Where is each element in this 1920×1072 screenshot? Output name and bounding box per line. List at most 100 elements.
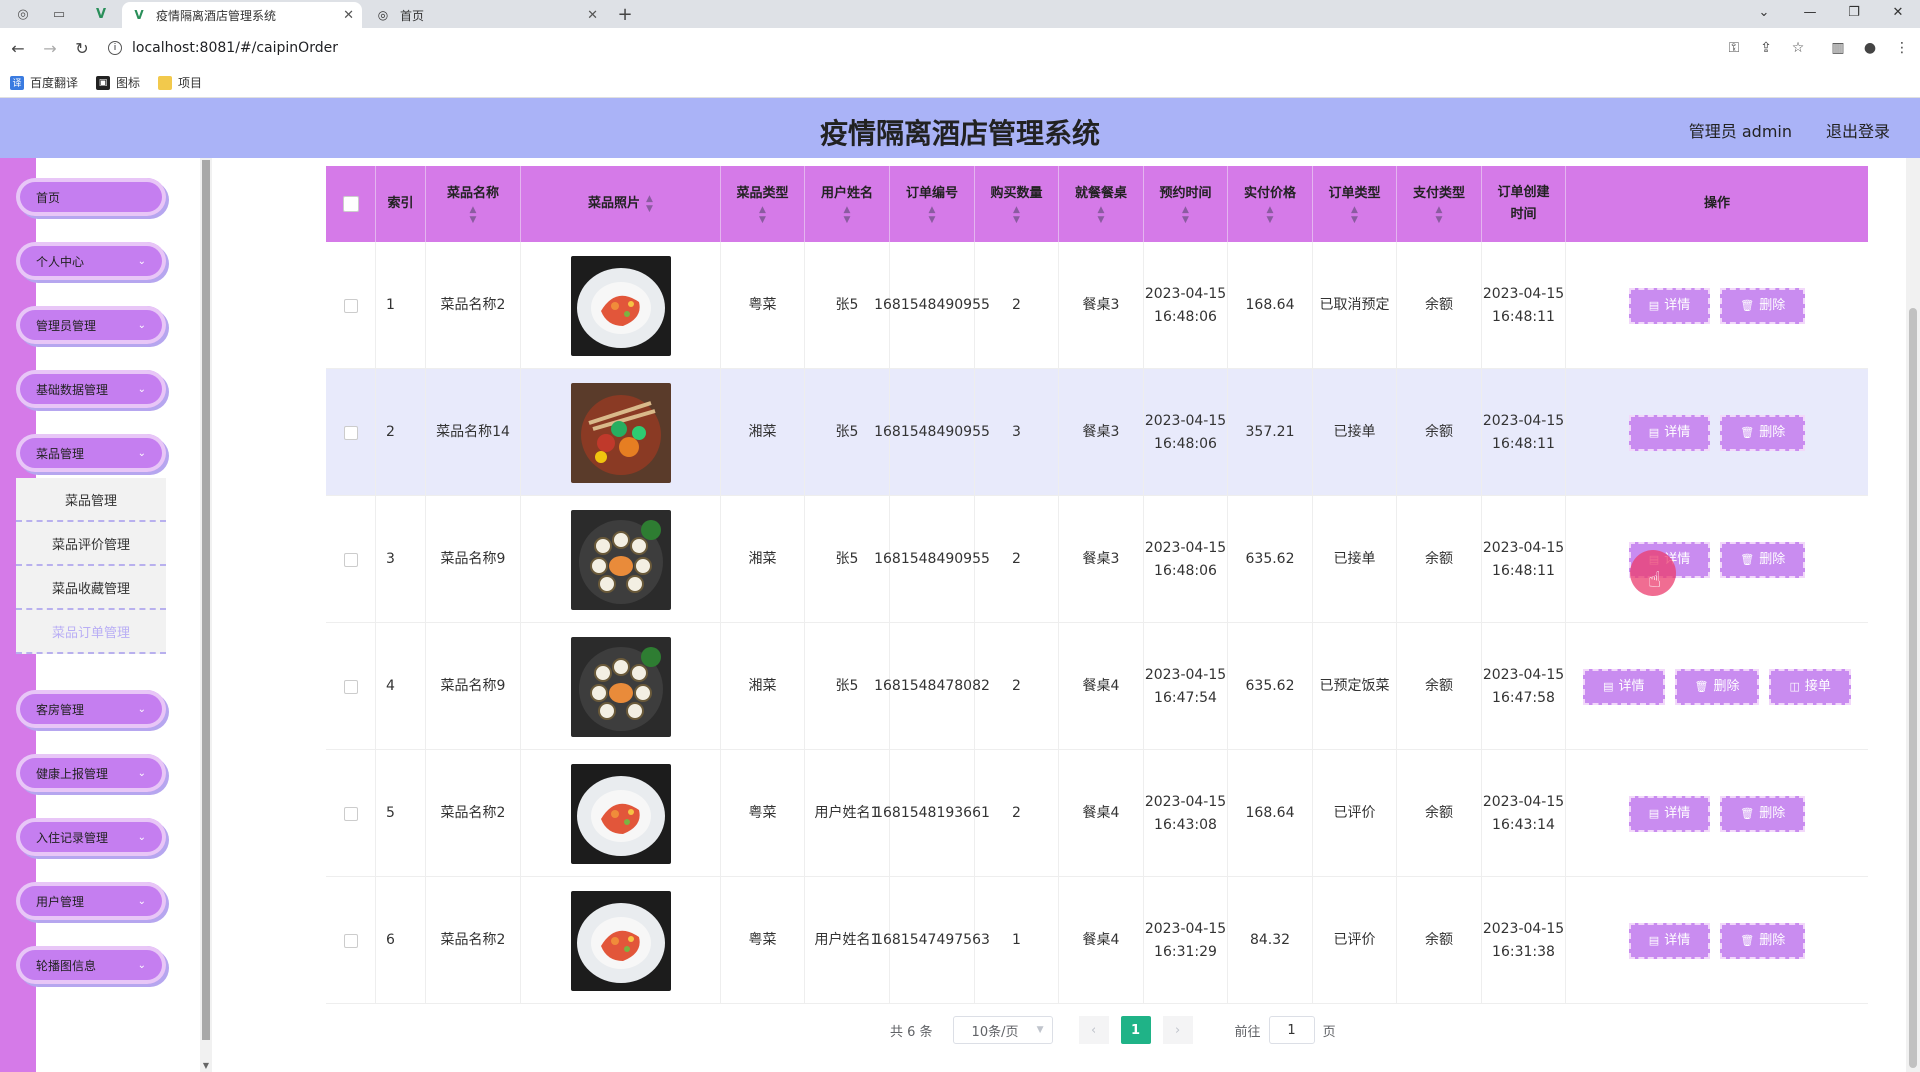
th-user[interactable]: 用户姓名 ▲ ▼	[805, 166, 890, 242]
th-order-type[interactable]: 订单类型 ▲ ▼	[1313, 166, 1397, 242]
main-scrollbar[interactable]	[1906, 158, 1920, 1072]
delete-button[interactable]: 🗑 删除	[1720, 541, 1806, 578]
row-checkbox[interactable]	[343, 806, 358, 821]
th-reserve[interactable]: 预约时间 ▲ ▼	[1144, 166, 1228, 242]
th-table[interactable]: 就餐餐桌 ▲ ▼	[1059, 166, 1144, 242]
sort-icon[interactable]: ▲ ▼	[759, 205, 766, 225]
sort-icon[interactable]: ▲ ▼	[1351, 205, 1358, 225]
new-tab-button[interactable]: +	[612, 2, 638, 26]
sidebar-item[interactable]: 个人中心 ⌄	[16, 242, 166, 280]
th-pay[interactable]: 支付类型 ▲ ▼	[1397, 166, 1482, 242]
page-1-button[interactable]: 1	[1120, 1016, 1151, 1044]
back-button[interactable]: ←	[6, 36, 30, 60]
logout-link[interactable]: 退出登录	[1826, 118, 1890, 142]
bookmark-item[interactable]: 译百度翻译	[10, 74, 78, 91]
blank-tab-icon[interactable]: ▭	[44, 2, 74, 26]
star-icon[interactable]: ☆	[1786, 36, 1810, 60]
key-icon[interactable]: ⚿	[1722, 36, 1746, 60]
th-created[interactable]: 订单创建时间	[1482, 166, 1566, 242]
sidebar-item[interactable]: 基础数据管理 ⌄	[16, 370, 166, 408]
sort-icon[interactable]: ▲ ▼	[470, 205, 477, 225]
submenu-item[interactable]: 菜品评价管理	[16, 522, 166, 566]
tab-active[interactable]: V 疫情隔离酒店管理系统 ✕	[122, 2, 362, 28]
row-checkbox[interactable]	[343, 425, 358, 440]
sidebar-item[interactable]: 入住记录管理 ⌄	[16, 818, 166, 856]
scroll-thumb[interactable]	[202, 160, 210, 1040]
reload-button[interactable]: ↻	[70, 36, 94, 60]
prev-page-button[interactable]: ‹	[1078, 1016, 1109, 1044]
delete-button[interactable]: 🗑 删除	[1674, 668, 1760, 705]
scroll-down-icon[interactable]: ▼	[200, 1061, 212, 1070]
sidebar-item[interactable]: 管理员管理 ⌄	[16, 306, 166, 344]
chevron-down-icon[interactable]: ⌄	[1742, 0, 1786, 24]
accept-button[interactable]: ◫ 接单	[1769, 668, 1851, 705]
select-all-checkbox[interactable]	[342, 196, 359, 212]
submenu-item[interactable]: 菜品管理	[16, 478, 166, 522]
submenu-item[interactable]: 菜品收藏管理	[16, 566, 166, 610]
share-icon[interactable]: ⇪	[1754, 36, 1778, 60]
sort-icon[interactable]: ▲ ▼	[1013, 205, 1020, 225]
th-type[interactable]: 菜品类型 ▲ ▼	[721, 166, 805, 242]
restore-button[interactable]: ❐	[1832, 0, 1876, 24]
th-photo[interactable]: 菜品照片 ▲ ▼	[521, 166, 721, 242]
detail-button[interactable]: ▤详情	[1583, 668, 1665, 705]
sort-icon[interactable]: ▲ ▼	[1436, 205, 1443, 225]
sort-icon[interactable]: ▲ ▼	[1182, 205, 1189, 225]
sort-icon[interactable]: ▲ ▼	[1267, 205, 1274, 225]
row-checkbox[interactable]	[343, 679, 358, 694]
url-input[interactable]: i localhost:8081/#/caipinOrder	[108, 34, 1718, 62]
row-checkbox[interactable]	[343, 298, 358, 313]
delete-button[interactable]: 🗑 删除	[1720, 795, 1806, 832]
table-row[interactable]: 2 菜品名称14 湘菜 张5 1681548490955 3 餐桌3 2023-04-15 1…	[326, 369, 1868, 496]
close-window-button[interactable]: ✕	[1876, 0, 1920, 24]
table-row[interactable]: 5 菜品名称2 粤菜 用户姓名1 1681548193661 2 餐桌4 2023-04-15…	[326, 750, 1868, 877]
menu-icon[interactable]: ⋮	[1890, 36, 1914, 60]
table-row[interactable]: 1 菜品名称2 粤菜 张5 1681548490955 2 餐桌3 2023-04-15 16…	[326, 242, 1868, 369]
detail-button[interactable]: ▤详情	[1628, 287, 1711, 324]
th-price[interactable]: 实付价格 ▲ ▼	[1228, 166, 1313, 242]
th-qty[interactable]: 购买数量 ▲ ▼	[975, 166, 1059, 242]
chevron-down-icon: ⌄	[137, 767, 146, 779]
delete-button[interactable]: 🗑 删除	[1720, 414, 1806, 451]
scroll-thumb[interactable]	[1909, 308, 1917, 1068]
tab-home[interactable]: ◎ 首页 ✕	[366, 2, 606, 28]
submenu-item[interactable]: 菜品订单管理	[16, 610, 166, 654]
table-row[interactable]: 6 菜品名称2 粤菜 用户姓名1 1681547497563 1 餐桌4 2023-04-15…	[326, 877, 1868, 1004]
sidebar-item[interactable]: 菜品管理 ⌄	[16, 434, 166, 472]
close-icon[interactable]: ✕	[343, 8, 354, 23]
row-checkbox[interactable]	[343, 552, 358, 567]
bookmark-item[interactable]: 项目	[158, 74, 202, 91]
sort-icon[interactable]: ▲ ▼	[929, 205, 936, 225]
globe-icon[interactable]: ◎	[8, 2, 38, 26]
info-icon[interactable]: i	[108, 41, 122, 55]
page-size-select[interactable]: 10条/页 ▼	[952, 1016, 1053, 1044]
detail-button[interactable]: ▤详情	[1628, 795, 1711, 832]
sidebar-item[interactable]: 首页	[16, 178, 166, 216]
sort-icon[interactable]: ▲ ▼	[646, 194, 653, 214]
sort-icon[interactable]: ▲ ▼	[844, 205, 851, 225]
bookmark-item[interactable]: ▣ 图标	[96, 74, 140, 91]
th-order-no[interactable]: 订单编号 ▲ ▼	[890, 166, 975, 242]
detail-button[interactable]: ▤详情	[1628, 922, 1711, 959]
next-page-button[interactable]: ›	[1162, 1016, 1193, 1044]
sidepanel-icon[interactable]: ▥	[1826, 36, 1850, 60]
forward-button[interactable]: →	[38, 36, 62, 60]
sort-icon[interactable]: ▲ ▼	[1098, 205, 1105, 225]
sidebar-item[interactable]: 健康上报管理 ⌄	[16, 754, 166, 792]
photo-cell	[521, 496, 721, 623]
profile-icon[interactable]: ●	[1858, 36, 1882, 60]
goto-page-input[interactable]: 1	[1268, 1016, 1315, 1044]
row-checkbox[interactable]	[343, 933, 358, 948]
vue-icon[interactable]: V	[86, 2, 116, 26]
detail-button[interactable]: ▤详情	[1628, 414, 1711, 451]
delete-button[interactable]: 🗑 删除	[1720, 922, 1806, 959]
sidebar-item[interactable]: 轮播图信息 ⌄	[16, 946, 166, 984]
close-icon[interactable]: ✕	[587, 8, 598, 23]
sidebar-item[interactable]: 用户管理 ⌄	[16, 882, 166, 920]
delete-button[interactable]: 🗑 删除	[1720, 287, 1806, 324]
table-row[interactable]: 4 菜品名称9 湘菜 张5 1681548478082 2 餐桌4 2023-04-15 16…	[326, 623, 1868, 750]
minimize-button[interactable]: —	[1788, 0, 1832, 24]
sidebar-scrollbar[interactable]: ▼	[200, 158, 212, 1072]
th-name[interactable]: 菜品名称 ▲ ▼	[426, 166, 521, 242]
sidebar-item[interactable]: 客房管理 ⌄	[16, 690, 166, 728]
